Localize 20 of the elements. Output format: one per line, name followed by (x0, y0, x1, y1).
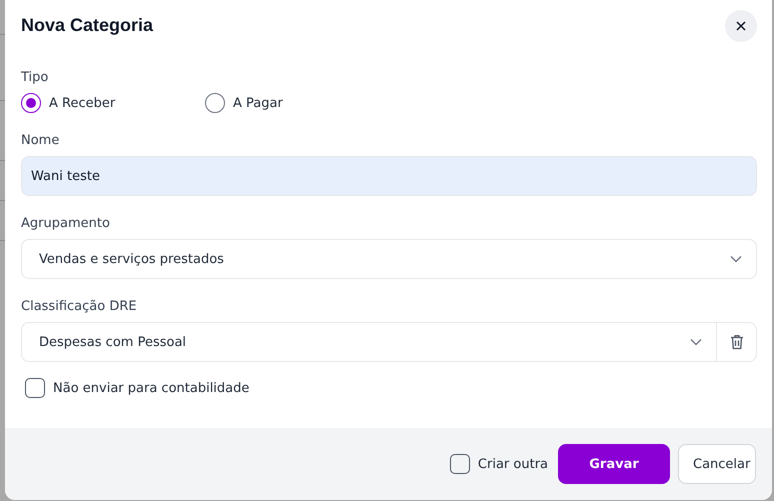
checkbox[interactable] (450, 454, 470, 474)
cancel-button[interactable]: Cancelar (678, 444, 756, 484)
checkbox-label: Não enviar para contabilidade (53, 380, 250, 396)
field-label: Tipo (21, 70, 50, 85)
field-label: Nome (21, 133, 60, 148)
radio-label: A Receber (49, 96, 116, 110)
close-button[interactable] (725, 10, 757, 42)
radio-button[interactable] (21, 93, 41, 113)
close-icon (736, 20, 746, 30)
field-label: Agrupamento (21, 216, 111, 231)
dialog-title: Nova Categoria (21, 15, 154, 36)
save-button[interactable]: Gravar (558, 444, 670, 484)
checkbox[interactable] (25, 378, 45, 398)
chevron-down-icon (730, 255, 742, 263)
checkbox-label: Criar outra (478, 456, 548, 472)
group-select[interactable]: Vendas e serviços prestados (21, 239, 757, 279)
field-label: Classificação DRE (21, 299, 138, 314)
radio-button[interactable] (205, 93, 225, 113)
radio-label: A Pagar (233, 96, 283, 110)
name-field[interactable]: Wani teste (21, 156, 757, 196)
